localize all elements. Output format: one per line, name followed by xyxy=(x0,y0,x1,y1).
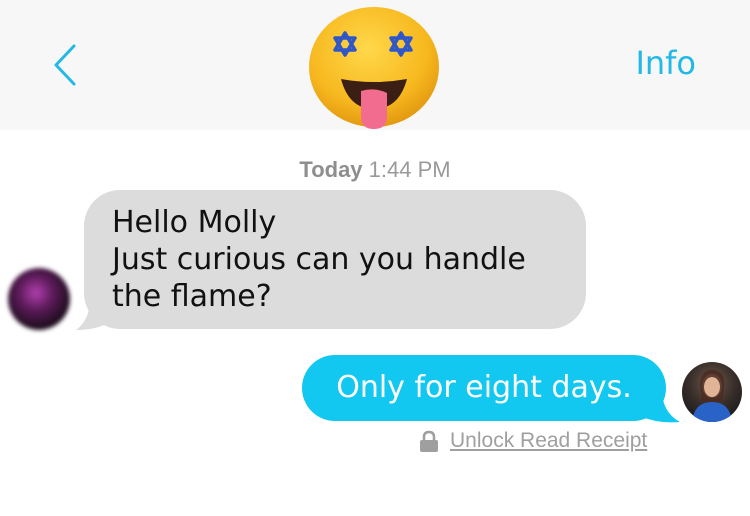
unlock-read-receipt[interactable]: Unlock Read Receipt xyxy=(418,426,647,456)
sender-avatar[interactable] xyxy=(8,268,70,330)
lock-icon xyxy=(420,430,438,452)
back-button[interactable] xyxy=(44,40,84,90)
user-photo xyxy=(692,369,732,422)
timestamp-day: Today xyxy=(299,157,363,182)
user-avatar[interactable] xyxy=(682,362,742,422)
tongue-icon xyxy=(361,89,387,129)
chevron-left-icon xyxy=(54,44,76,86)
chat-header: Info xyxy=(0,0,750,130)
unlock-read-receipt-label[interactable]: Unlock Read Receipt xyxy=(450,429,647,453)
outgoing-message-bubble[interactable]: Only for eight days. xyxy=(302,355,666,421)
contact-emoji-avatar[interactable] xyxy=(307,5,441,129)
message-timestamp: Today 1:44 PM xyxy=(0,157,750,183)
message-line: Just curious can you handle xyxy=(112,242,526,277)
timestamp-time: 1:44 PM xyxy=(368,157,451,182)
info-button[interactable]: Info xyxy=(635,44,696,82)
incoming-message-bubble[interactable]: Hello Molly Just curious can you handle … xyxy=(84,190,586,329)
message-line: the flame? xyxy=(112,279,272,314)
message-line: Hello Molly xyxy=(112,205,277,240)
